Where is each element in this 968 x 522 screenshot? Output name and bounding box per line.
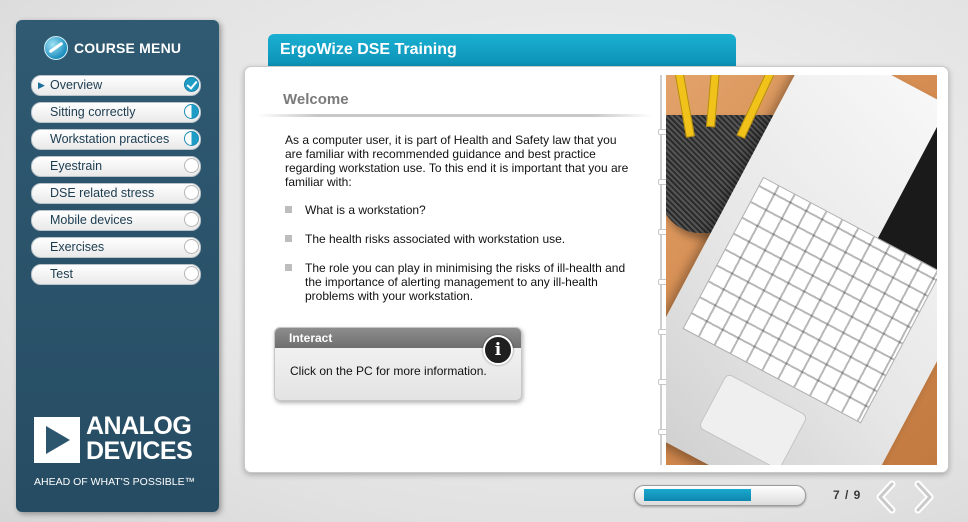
course-title: ErgoWize DSE Training (280, 41, 457, 58)
course-logo-icon (44, 36, 68, 60)
menu-item-mobile-devices[interactable]: Mobile devices (31, 210, 201, 231)
menu-item-label: DSE related stress (50, 186, 155, 200)
not-started-icon (184, 239, 199, 254)
menu-item-dse-related-stress[interactable]: DSE related stress (31, 183, 201, 204)
progress-fill (644, 489, 751, 501)
title-divider (257, 114, 652, 117)
list-item: The health risks associated with worksta… (285, 232, 645, 246)
list-item: What is a workstation? (285, 203, 645, 217)
menu-item-label: Exercises (50, 240, 105, 254)
menu-item-label: Mobile devices (50, 213, 133, 227)
menu-item-label: Workstation practices (50, 132, 170, 146)
course-title-bar: ErgoWize DSE Training (268, 34, 736, 66)
complete-check-icon (184, 77, 199, 92)
next-page-button[interactable] (908, 480, 938, 514)
info-icon[interactable]: i (483, 335, 513, 365)
course-menu-title: COURSE MENU (74, 40, 182, 56)
menu-item-exercises[interactable]: Exercises (31, 237, 201, 258)
brand-name: ANALOG DEVICES (86, 412, 193, 465)
course-progress-bar (634, 485, 806, 506)
interact-text: Click on the PC for more information. (290, 364, 487, 378)
course-menu-header: COURSE MENU (44, 36, 181, 60)
menu-item-sitting-correctly[interactable]: Sitting correctly (31, 102, 201, 123)
current-item-arrow-icon: ▶ (38, 80, 45, 90)
brand-name-line1: ANALOG (86, 412, 192, 440)
menu-item-label: Overview (50, 78, 103, 92)
menu-item-label: Test (50, 267, 73, 281)
chevron-right-icon (914, 480, 934, 514)
not-started-icon (184, 158, 199, 173)
course-menu-sidebar: COURSE MENU ▶ Overview Sitting correctly Wo… (16, 20, 219, 512)
not-started-icon (184, 212, 199, 227)
page-title: Welcome (283, 91, 349, 108)
interact-box: Interact i Click on the PC for more info… (274, 327, 522, 401)
page-counter: 7 / 9 (833, 488, 862, 502)
intro-text: As a computer user, it is part of Health… (285, 133, 629, 189)
chevron-left-icon (876, 480, 896, 514)
bullet-list: What is a workstation? The health risks a… (285, 203, 645, 318)
menu-item-label: Sitting correctly (50, 105, 136, 119)
menu-item-overview[interactable]: ▶ Overview (31, 75, 201, 96)
not-started-icon (184, 266, 199, 281)
brand-name-line2: DEVICES (86, 437, 193, 465)
partial-progress-icon (184, 131, 199, 146)
partial-progress-icon (184, 104, 199, 119)
course-menu-list: ▶ Overview Sitting correctly Workstation pr… (31, 75, 201, 291)
not-started-icon (184, 185, 199, 200)
menu-item-eyestrain[interactable]: Eyestrain (31, 156, 201, 177)
menu-item-test[interactable]: Test (31, 264, 201, 285)
analog-devices-mark-icon (34, 417, 80, 463)
menu-item-label: Eyestrain (50, 159, 103, 173)
list-item: The role you can play in minimising the … (285, 261, 645, 303)
brand-tagline: AHEAD OF WHAT'S POSSIBLE™ (34, 476, 196, 488)
content-panel: Welcome As a computer user, it is part o… (244, 66, 949, 473)
pc-photo[interactable] (666, 75, 937, 465)
previous-page-button[interactable] (872, 480, 902, 514)
menu-item-workstation-practices[interactable]: Workstation practices (31, 129, 201, 150)
